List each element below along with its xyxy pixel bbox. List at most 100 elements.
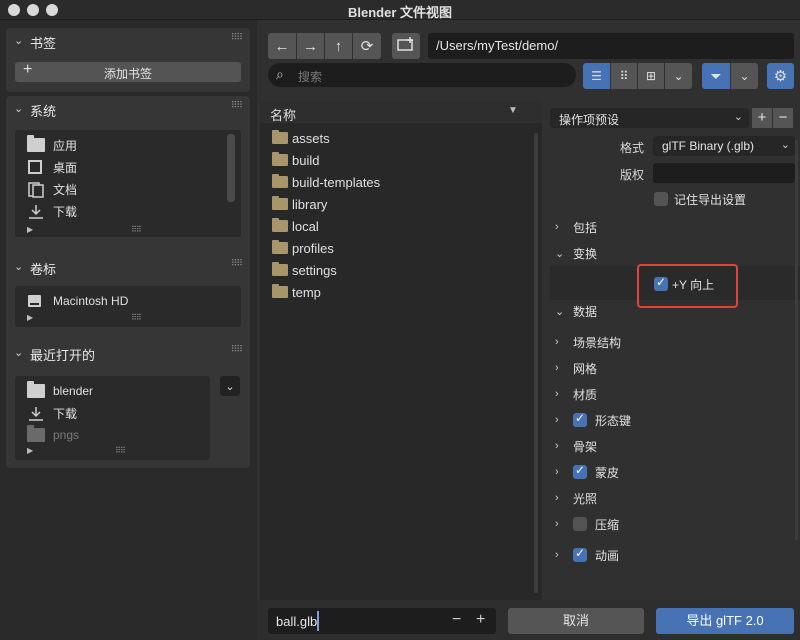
chevron-right-icon: › [555,440,559,452]
system-list-scrollbar[interactable] [227,134,235,202]
sidebar-item-desktop[interactable]: 桌面 [27,157,77,177]
section-data[interactable]: ⌄ 数据 [555,302,597,320]
subsection-armature[interactable]: › 骨架 [555,437,597,455]
drag-grip-icon[interactable]: ⠿⠿ [231,258,243,269]
skinning-checkbox[interactable] [573,463,587,479]
compression-label: 压缩 [595,518,620,532]
file-name: library [292,196,328,212]
add-bookmark-button[interactable]: + 添加书签 [15,61,241,82]
folder-icon [272,240,288,254]
subsection-mesh[interactable]: › 网格 [555,359,597,377]
vertical-list-view-button[interactable]: ☰ [583,63,610,89]
file-row[interactable]: settings [272,260,337,280]
format-label: 格式 [619,141,644,155]
download-icon [27,406,45,421]
file-row[interactable]: build-templates [272,172,380,192]
sidebar-item-downloads[interactable]: 下载 [27,201,77,221]
section-transform[interactable]: ⌄ 变换 [555,244,597,262]
refresh-button[interactable]: ⟳ [353,33,381,59]
filter-settings-dropdown[interactable]: ⌄ [731,63,758,89]
parent-directory-button[interactable]: ↑ [325,33,352,59]
subsection-scene-graph[interactable]: › 场景结构 [555,333,621,351]
expand-triangle-icon[interactable]: ▶ [27,225,33,234]
sidebar-item-label: 应用 [53,138,78,153]
expand-triangle-icon[interactable]: ▶ [27,446,33,455]
subsection-shape-keys[interactable]: › [555,411,573,429]
remove-preset-button[interactable]: − [773,108,793,128]
back-button[interactable]: ← [268,33,296,59]
sidebar-item-applications[interactable]: 应用 [27,135,77,155]
file-row[interactable]: assets [272,128,330,148]
recent-item-pngs[interactable]: pngs [27,425,79,445]
chevron-down-icon: ⌄ [733,111,743,123]
filename-input[interactable]: ball.glb − + [268,608,496,634]
file-list-scrollbar[interactable] [534,133,538,593]
sidebar-item-label: Macintosh HD [53,294,129,308]
drag-grip-icon[interactable]: ⠿⠿ [231,32,243,43]
copyright-input[interactable] [653,163,795,183]
options-scrollbar[interactable] [795,140,798,540]
subsection-skinning[interactable]: › [555,463,573,481]
options-toggle-button[interactable]: ⚙ [767,63,794,89]
filename-value: ball.glb [276,614,318,629]
horizontal-list-view-button[interactable]: ⠿ [611,63,637,89]
directory-path-input[interactable]: /Users/myTest/demo/ [428,33,794,59]
increment-filename-button[interactable]: + [476,611,485,629]
thumbnail-view-button[interactable]: ⊞ [638,63,664,89]
subsection-lighting[interactable]: › 光照 [555,489,597,507]
bookmarks-panel-header[interactable]: ⌄ 书签 ⠿⠿ [6,28,250,54]
expand-triangle-icon[interactable]: ▶ [27,313,33,322]
folder-icon [27,425,45,442]
recent-panel-header[interactable]: ⌄ 最近打开的 ⠿⠿ [6,340,250,366]
sidebar-item-macintosh-hd[interactable]: Macintosh HD [27,291,128,311]
shape-keys-checkbox[interactable] [573,411,587,427]
file-row[interactable]: temp [272,282,321,302]
text-cursor [317,611,319,631]
remember-settings-checkbox[interactable] [654,192,668,206]
drag-grip-icon[interactable]: ⠿⠿ [231,100,243,111]
subsection-material[interactable]: › 材质 [555,385,597,403]
animation-checkbox[interactable] [573,546,587,562]
subsection-compression[interactable]: › [555,515,573,533]
system-panel-header[interactable]: ⌄ 系统 ⠿⠿ [6,96,250,122]
file-list-header[interactable]: 名称 ▼ [260,101,542,123]
add-preset-button[interactable]: + [752,108,772,128]
drag-grip-icon[interactable]: ⠿⠿ [231,344,243,355]
decrement-filename-button[interactable]: − [452,611,461,629]
chevron-right-icon: › [555,221,559,233]
scene-graph-label: 场景结构 [573,335,622,350]
recent-panel: ⌄ 最近打开的 ⠿⠿ blender 下载 pngs ▶ ⠿⠿ ⌄ [6,340,250,468]
recent-item-blender[interactable]: blender [27,381,93,401]
resize-grip-icon[interactable]: ⠿⠿ [131,313,142,322]
folder-icon [272,196,288,210]
recent-item-downloads[interactable]: 下载 [27,403,77,423]
arrow-right-icon: → [303,37,318,55]
resize-grip-icon[interactable]: ⠿⠿ [115,446,126,455]
compression-checkbox[interactable] [573,517,587,531]
file-row[interactable]: profiles [272,238,334,258]
new-folder-button[interactable] [392,33,420,59]
remember-settings-label: 记住导出设置 [674,193,747,207]
cancel-button[interactable]: 取消 [508,608,644,634]
display-settings-dropdown[interactable]: ⌄ [665,63,692,89]
bookmarks-title: 书签 [30,36,57,51]
sort-descending-icon[interactable]: ▼ [508,105,518,116]
forward-button[interactable]: → [297,33,324,59]
recent-dropdown-button[interactable]: ⌄ [220,376,240,396]
file-row[interactable]: local [272,216,319,236]
volumes-panel-header[interactable]: ⌄ 卷标 ⠿⠿ [6,254,250,280]
detail-list-icon: ⠿ [619,69,629,83]
section-include[interactable]: › 包括 [555,218,597,236]
section-animation[interactable]: › [555,546,573,564]
operator-presets-dropdown[interactable]: 操作项预设 ⌄ [550,108,749,128]
file-row[interactable]: library [272,194,327,214]
filter-toggle-button[interactable]: ⏷ [702,63,730,89]
format-select[interactable]: glTF Binary (.glb) ⌄ [653,136,795,156]
sidebar-item-documents[interactable]: 文档 [27,179,77,199]
file-row[interactable]: build [272,150,319,170]
file-name: profiles [292,240,334,256]
export-button[interactable]: 导出 glTF 2.0 [656,608,794,634]
recent-title: 最近打开的 [30,348,96,363]
resize-grip-icon[interactable]: ⠿⠿ [131,225,142,234]
search-input[interactable]: ⌕ 搜索 [268,63,576,87]
